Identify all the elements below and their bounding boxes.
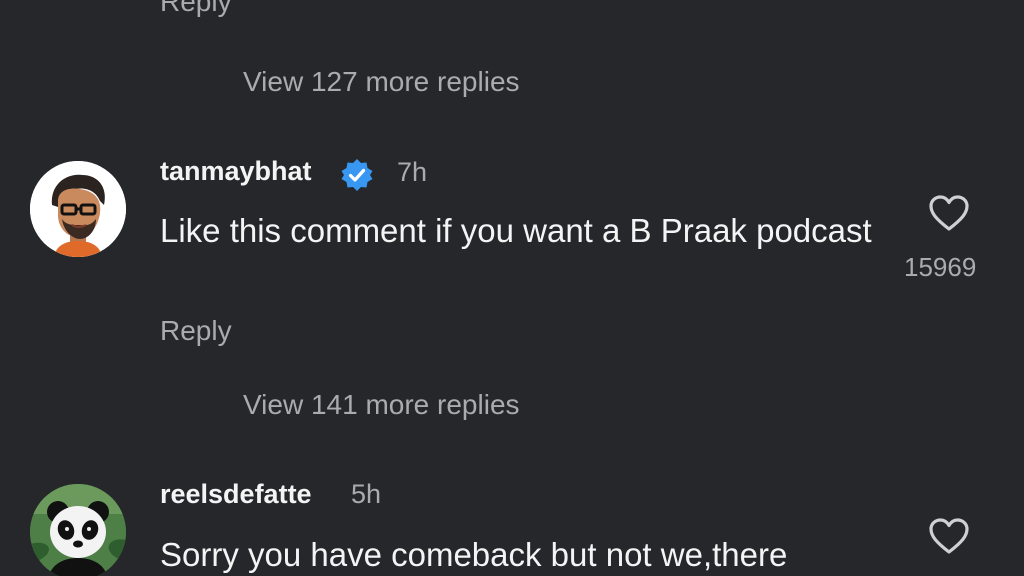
avatar[interactable] xyxy=(30,484,126,576)
comment-username[interactable]: reelsdefatte xyxy=(160,479,312,510)
like-count: 15969 xyxy=(904,252,977,282)
heart-icon[interactable] xyxy=(928,194,970,232)
verified-badge-icon xyxy=(341,159,373,191)
avatar-panda-icon xyxy=(30,484,126,576)
heart-icon[interactable] xyxy=(928,517,970,555)
view-more-replies-button[interactable]: View 127 more replies xyxy=(243,66,520,98)
comment-text: Like this comment if you want a B Praak … xyxy=(160,212,872,249)
avatar-cartoon-glasses-icon xyxy=(30,161,126,257)
view-more-replies-button[interactable]: View 141 more replies xyxy=(243,389,520,421)
avatar[interactable] xyxy=(30,161,126,257)
comments-sheet: Reply View 127 more replies tanmaybhat 7… xyxy=(0,0,1024,576)
reply-button[interactable]: Reply xyxy=(160,0,232,18)
reply-button[interactable]: Reply xyxy=(160,315,232,347)
comment-timestamp: 7h xyxy=(397,157,428,187)
comment-username[interactable]: tanmaybhat xyxy=(160,156,312,187)
comment-timestamp: 5h xyxy=(351,479,382,509)
comment-text: Sorry you have comeback but not we,there xyxy=(160,536,788,573)
